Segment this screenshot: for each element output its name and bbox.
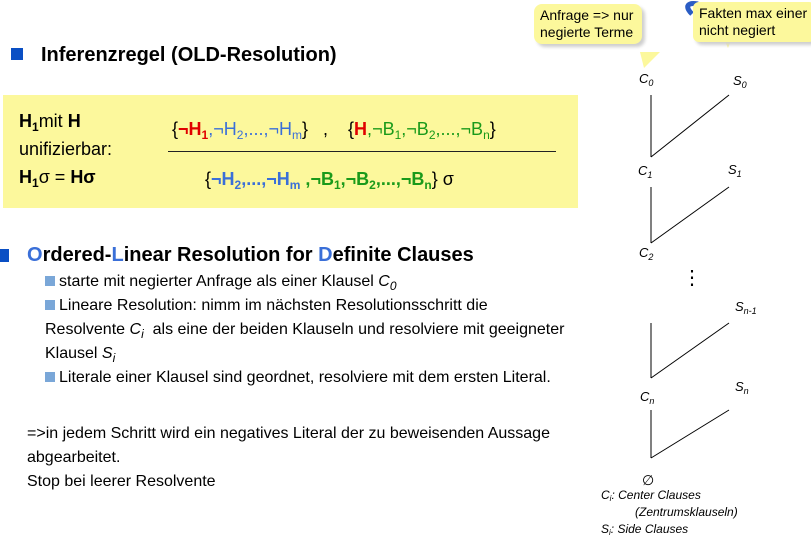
heading-inference-rule: Inferenzregel (OLD-Resolution) [41, 44, 337, 66]
bullet-start-query: starte mit negierter Anfrage als einer K… [45, 270, 397, 294]
edge-sn1-cn [650, 322, 730, 379]
node-sn: Sn [735, 379, 749, 396]
conclusion-line1: =>in jedem Schritt wird ein negatives Li… [27, 425, 550, 442]
node-sn-1: Sn-1 [735, 299, 757, 316]
rule-condition-line1: H1mit H [19, 111, 81, 134]
callout-facts-negated: Fakten max einer nicht negiert [693, 2, 811, 42]
node-c2: C2 [639, 245, 654, 262]
conclusion-line2: abgearbeitet. [27, 449, 121, 466]
edge-s1-c2 [650, 186, 730, 244]
rule-condition-line2: unifizierbar: [19, 139, 113, 159]
node-s1: S1 [728, 162, 742, 179]
heading2-bullet-square [0, 249, 9, 262]
callout-left-pointer [640, 52, 660, 68]
conclusion-line3: Stop bei leerer Resolvente [27, 473, 216, 490]
bullet-linear-resolution-line3: Klausel Si [45, 345, 116, 365]
node-c1: C1 [638, 163, 653, 180]
callout-query-negated: Anfrage => nur negierte Terme [534, 4, 642, 44]
bullet-ordered-literals: Literale einer Klausel sind geordnet, re… [45, 366, 551, 390]
bullet-square-icon [45, 300, 55, 310]
heading-old-resolution: Ordered-Linear Resolution for Definite C… [27, 244, 474, 266]
edge-sn-empty [650, 409, 730, 459]
edge-s0-c1 [650, 94, 730, 158]
bullet-square-icon [45, 276, 55, 286]
heading-bullet-square [11, 48, 23, 60]
legend-side-clauses: Si: Side Clauses [601, 522, 689, 537]
bullet-square-icon [45, 372, 55, 382]
node-s0: S0 [733, 73, 747, 90]
rule-condition-line3: H1σ = Hσ [19, 167, 96, 190]
rule-fraction-line [168, 151, 556, 152]
vertical-ellipsis: ⋮ [682, 267, 702, 289]
legend-center-clauses-german: (Zentrumsklauseln) [635, 505, 738, 519]
legend-center-clauses: Ci: Center Clauses [601, 488, 701, 503]
node-c0: C0 [639, 71, 654, 88]
rule-premise-formula: {¬H1,¬H2,...,¬Hm} , {H,¬B1,¬B2,...,¬Bn} [172, 119, 496, 142]
rule-resolvent-formula: {¬H2,...,¬Hm ,¬B1,¬B2,...,¬Bn} σ [205, 169, 454, 192]
bullet-linear-resolution: Lineare Resolution: nimm im nächsten Res… [45, 294, 488, 318]
node-cn: Cn [640, 389, 655, 406]
bullet-linear-resolution-line2: Resolvente Ci als eine der beiden Klause… [45, 321, 565, 341]
